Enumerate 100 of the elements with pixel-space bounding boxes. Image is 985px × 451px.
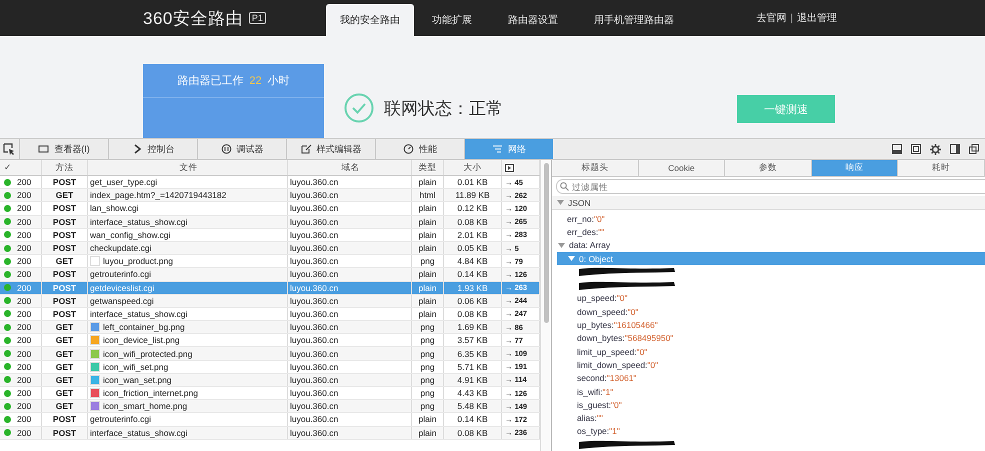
status-code: 200 [17, 308, 32, 319]
status-code: 200 [17, 362, 32, 372]
mime-type: plain [418, 282, 436, 293]
json-entry: alias:"" [577, 413, 603, 424]
website-link[interactable]: 去官网 [756, 11, 786, 25]
file-name: luyou_product.png [103, 256, 173, 266]
json-entry: limit_down_speed:"0" [577, 360, 658, 370]
column-header[interactable]: 域名 [288, 160, 412, 175]
nav-tab[interactable]: 我的安全路由 [326, 4, 414, 36]
column-header[interactable]: 类型 [412, 160, 444, 175]
nav-tab[interactable]: 用手机管理路由器 [576, 4, 692, 36]
size: 0.14 KB [457, 269, 488, 280]
dock-bottom-icon[interactable] [892, 144, 902, 154]
devtools-tab[interactable]: 控制台 [108, 139, 197, 159]
file-name: getwanspeed.cgi [90, 296, 154, 306]
size: 0.05 KB [457, 243, 488, 254]
undock-icon[interactable] [969, 144, 979, 154]
status-dot [4, 192, 11, 199]
expand-arrow-icon[interactable] [558, 242, 565, 248]
mime-type: png [420, 362, 435, 372]
mime-type: plain [418, 230, 436, 240]
devtools-tab[interactable]: 调试器 [197, 139, 286, 159]
file-name: icon_device_list.png [103, 335, 180, 346]
element-picker-icon[interactable] [3, 143, 15, 155]
detail-tab[interactable]: 标题头 [552, 160, 639, 176]
size: 0.08 KB [457, 428, 488, 438]
status-code: 200 [17, 216, 32, 227]
json-entry: second:"13061" [577, 373, 636, 384]
screenshot-icon[interactable] [911, 144, 921, 154]
file-name: index_page.htm?_=1420719443182 [90, 190, 226, 200]
json-entry: up_speed:"0" [577, 293, 628, 304]
file-name: getrouterinfo.cgi [90, 269, 151, 280]
domain: luyou.360.cn [290, 335, 338, 346]
column-header[interactable]: 大小 [444, 160, 502, 175]
nav-tab[interactable]: 路由器设置 [490, 4, 576, 36]
method: GET [56, 374, 74, 385]
devtools-tab[interactable]: 样式编辑器 [286, 139, 375, 159]
method: GET [56, 322, 74, 332]
logout-link[interactable]: 退出管理 [797, 11, 837, 25]
mime-type: html [419, 190, 436, 200]
json-entry: is_wifi:"1" [577, 386, 614, 396]
method: GET [56, 335, 74, 346]
status-dot [4, 363, 11, 370]
mime-type: plain [418, 243, 436, 254]
status-dot [4, 231, 11, 238]
size: 5.48 KB [457, 401, 488, 412]
status-code: 200 [17, 269, 32, 280]
tree-row[interactable]: data: Array [552, 238, 985, 252]
mime-type: png [420, 335, 435, 346]
status-dot [4, 416, 11, 423]
tree-section-header[interactable]: JSON [552, 196, 985, 210]
nav-tab[interactable]: 功能扩展 [414, 4, 490, 36]
method: POST [52, 308, 76, 319]
devtools-tab[interactable]: 查看器(I) [19, 139, 108, 159]
status-dot [4, 390, 11, 397]
waterfall-icon [492, 144, 503, 154]
uptime-text: 路由器已工作 22 小时 [177, 74, 290, 88]
status-dot [4, 218, 11, 226]
domain: luyou.360.cn [290, 388, 338, 398]
settings-icon[interactable] [930, 144, 941, 154]
size: 1.93 KB [457, 282, 488, 293]
method: POST [52, 243, 76, 254]
status-dot [4, 310, 11, 318]
dock-side-icon[interactable] [950, 144, 960, 154]
size: 1.69 KB [457, 322, 488, 332]
detail-tab[interactable]: Cookie [638, 160, 726, 176]
filter-field[interactable]: 过滤属性 [556, 179, 985, 194]
domain: luyou.360.cn [290, 348, 338, 359]
method: POST [52, 230, 76, 240]
connection-status: 联网状态：正常 [384, 98, 503, 120]
column-header[interactable]: ✓ [0, 160, 42, 175]
file-name: interface_status_show.cgi [90, 216, 188, 227]
domain: luyou.360.cn [290, 230, 338, 240]
waterfall-toggle-icon[interactable] [505, 164, 514, 172]
file-name: left_container_bg.png [103, 322, 185, 332]
detail-tab[interactable]: 耗时 [898, 160, 985, 176]
file-name: getrouterinfo.cgi [90, 414, 151, 424]
status-code: 200 [17, 428, 32, 438]
status-code: 200 [17, 177, 32, 188]
column-header[interactable]: 文件 [88, 160, 288, 175]
rectangle-icon [38, 144, 50, 154]
method: POST [52, 282, 76, 293]
file-name: checkupdate.cgi [90, 243, 152, 254]
mime-type: plain [418, 308, 436, 319]
column-header[interactable]: 方法 [42, 160, 88, 175]
method: POST [52, 203, 76, 214]
expand-arrow-icon[interactable] [568, 256, 575, 262]
status-dot [4, 270, 11, 278]
json-entry: err_no:"0" [567, 214, 605, 224]
domain: luyou.360.cn [290, 322, 338, 332]
domain: luyou.360.cn [290, 374, 338, 385]
status-code: 200 [17, 388, 32, 398]
scrollbar-thumb[interactable] [544, 163, 548, 323]
file-name: icon_wan_set.png [103, 374, 172, 385]
method: POST [52, 269, 76, 280]
json-entry: down_speed:"0" [577, 306, 638, 317]
expand-arrow-icon[interactable] [557, 200, 564, 205]
method: GET [56, 362, 74, 372]
method: POST [52, 177, 76, 188]
method: POST [52, 296, 76, 306]
